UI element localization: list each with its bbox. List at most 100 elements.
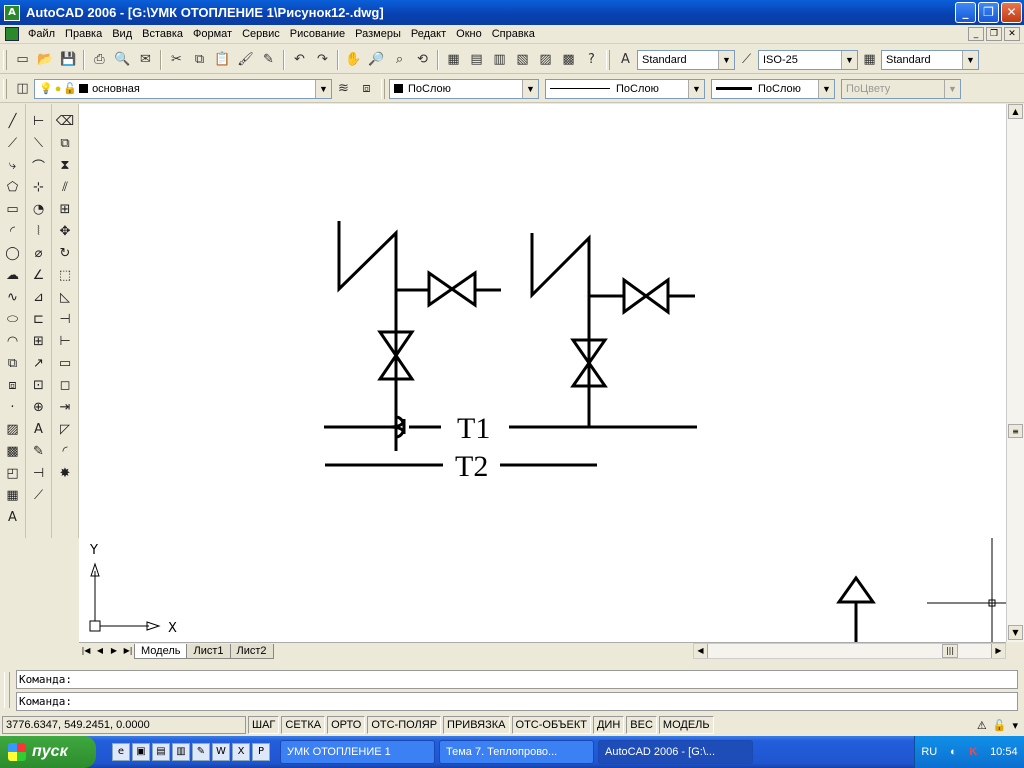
vertical-scrollbar[interactable]: ▲ ≡ ▼ (1006, 104, 1024, 642)
task-word-doc[interactable]: Тема 7. Теплопрово... (439, 740, 594, 764)
lineweight-toggle[interactable]: ВЕС (626, 716, 657, 734)
command-input[interactable]: Команда: (16, 692, 1018, 711)
save-disk-icon[interactable]: ▣ (132, 743, 150, 761)
menu-tools[interactable]: Сервис (237, 28, 285, 40)
menu-insert[interactable]: Вставка (137, 28, 188, 40)
grid-toggle[interactable]: СЕТКА (281, 716, 326, 734)
dimension-edit-icon[interactable]: A (28, 418, 50, 440)
osnap-toggle[interactable]: ПРИВЯЗКА (443, 716, 510, 734)
next-tab-button[interactable]: ▶ (107, 644, 121, 658)
dim-style-select[interactable]: ISO-25 ▼ (758, 49, 858, 70)
zoom-previous-icon[interactable]: ⟲ (411, 49, 434, 71)
task-folder[interactable]: УМК ОТОПЛЕНИЕ 1 (280, 740, 435, 764)
break-at-point-icon[interactable]: ▭ (54, 352, 76, 374)
command-window-grip[interactable] (4, 672, 10, 708)
excel-icon[interactable]: X (232, 743, 250, 761)
quick-leader-icon[interactable]: ↗ (28, 352, 50, 374)
pan-icon[interactable]: ✋ (342, 49, 365, 71)
lineweight-select[interactable]: ПоСлою ▼ (711, 78, 835, 99)
tab-model[interactable]: Модель (134, 643, 188, 659)
help-icon[interactable]: ? (580, 49, 603, 71)
vertical-scroll-thumb[interactable]: ≡ (1008, 424, 1023, 438)
layer-previous-icon[interactable]: ⧈ (355, 78, 378, 100)
dimension-update-icon[interactable]: ⊣ (28, 462, 50, 484)
document-icon[interactable] (5, 27, 19, 41)
clock[interactable]: 10:54 (990, 746, 1018, 758)
doc-close-button[interactable]: ✕ (1004, 27, 1020, 41)
revision-cloud-icon[interactable]: ☁ (2, 264, 24, 286)
menu-modify[interactable]: Редакт (406, 28, 451, 40)
menu-draw[interactable]: Рисование (285, 28, 350, 40)
scale-icon[interactable]: ⬚ (54, 264, 76, 286)
stretch-icon[interactable]: ◺ (54, 286, 76, 308)
tolerance-icon[interactable]: ⊡ (28, 374, 50, 396)
snap-toggle[interactable]: ШАГ (248, 716, 280, 734)
diameter-icon[interactable]: ⌀ (28, 242, 50, 264)
menu-dimension[interactable]: Размеры (350, 28, 406, 40)
status-menu-arrow-icon[interactable]: ▾ (1012, 719, 1018, 732)
polyline-icon[interactable]: ⤷ (2, 154, 24, 176)
extend-icon[interactable]: ⊢ (54, 330, 76, 352)
move-icon[interactable]: ✥ (54, 220, 76, 242)
hatch-icon[interactable]: ▨ (2, 418, 24, 440)
gradient-icon[interactable]: ▩ (2, 440, 24, 462)
chamfer-icon[interactable]: ◸ (54, 418, 76, 440)
doc-minimize-button[interactable]: _ (968, 27, 984, 41)
design-center-icon[interactable]: ▤ (465, 49, 488, 71)
tab-layout1[interactable]: Лист1 (186, 643, 231, 659)
horizontal-scroll-thumb[interactable]: ||| (942, 644, 958, 658)
block-editor-icon[interactable]: ✎ (257, 49, 280, 71)
toolbar-grip[interactable] (3, 78, 7, 99)
color-select[interactable]: ПоСлою ▼ (389, 78, 539, 99)
notepad-icon[interactable]: ▤ (152, 743, 170, 761)
copy-icon[interactable]: ⧉ (188, 49, 211, 71)
ordinate-icon[interactable]: ⊹ (28, 176, 50, 198)
toolbar-lock-icon[interactable]: 🔓 (993, 719, 1007, 732)
point-icon[interactable]: · (2, 396, 24, 418)
rotate-icon[interactable]: ↻ (54, 242, 76, 264)
table-icon[interactable]: ▦ (2, 484, 24, 506)
dimension-text-edit-icon[interactable]: ✎ (28, 440, 50, 462)
communication-center-icon[interactable]: ⚠ (977, 719, 987, 732)
dim-style-icon[interactable]: ⟋ (735, 49, 758, 71)
zoom-window-icon[interactable]: ⌕ (388, 49, 411, 71)
make-block-icon[interactable]: ⧈ (2, 374, 24, 396)
join-icon[interactable]: ⇥ (54, 396, 76, 418)
menu-window[interactable]: Окно (451, 28, 487, 40)
construction-line-icon[interactable]: ⟋ (2, 132, 24, 154)
markup-icon[interactable]: ▨ (534, 49, 557, 71)
word-icon[interactable]: W (212, 743, 230, 761)
array-icon[interactable]: ⊞ (54, 198, 76, 220)
cut-icon[interactable]: ✂ (165, 49, 188, 71)
layer-select[interactable]: 💡 ● 🔓 основная ▼ (34, 78, 332, 99)
menu-view[interactable]: Вид (107, 28, 137, 40)
zoom-realtime-icon[interactable]: 🔎 (365, 49, 388, 71)
properties-icon[interactable]: ▦ (442, 49, 465, 71)
prev-tab-button[interactable]: ◀ (93, 644, 107, 658)
otrack-toggle[interactable]: ОТС-ОБЪЕКТ (511, 716, 591, 734)
horizontal-scrollbar[interactable]: ◀ ||| ▶ (693, 643, 1006, 659)
tool-palettes-icon[interactable]: ▥ (488, 49, 511, 71)
continue-icon[interactable]: ⊞ (28, 330, 50, 352)
circle-icon[interactable]: ◯ (2, 242, 24, 264)
print-icon[interactable]: ⎙ (88, 49, 111, 71)
scroll-right-button[interactable]: ▶ (991, 644, 1005, 658)
last-tab-button[interactable]: ▶| (121, 644, 135, 658)
radius-icon[interactable]: ◔ (28, 198, 50, 220)
rectangle-icon[interactable]: ▭ (2, 198, 24, 220)
jogged-icon[interactable]: ⦚ (28, 220, 50, 242)
line-icon[interactable]: ╱ (2, 110, 24, 132)
model-toggle[interactable]: МОДЕЛЬ (658, 716, 714, 734)
save-icon[interactable]: 💾 (57, 49, 80, 71)
angular-icon[interactable]: ∠ (28, 264, 50, 286)
toolbar-grip[interactable] (606, 49, 610, 70)
quick-dimension-icon[interactable]: ⊿ (28, 286, 50, 308)
close-button[interactable]: ✕ (1001, 2, 1022, 23)
match-properties-icon[interactable]: 🖌 (234, 49, 257, 71)
menu-edit[interactable]: Правка (60, 28, 107, 40)
scroll-up-button[interactable]: ▲ (1008, 104, 1023, 119)
toolbar-grip[interactable] (381, 78, 385, 99)
powerpoint-icon[interactable]: P (252, 743, 270, 761)
menu-file[interactable]: Файл (23, 28, 60, 40)
print-preview-icon[interactable]: 🔍 (111, 49, 134, 71)
